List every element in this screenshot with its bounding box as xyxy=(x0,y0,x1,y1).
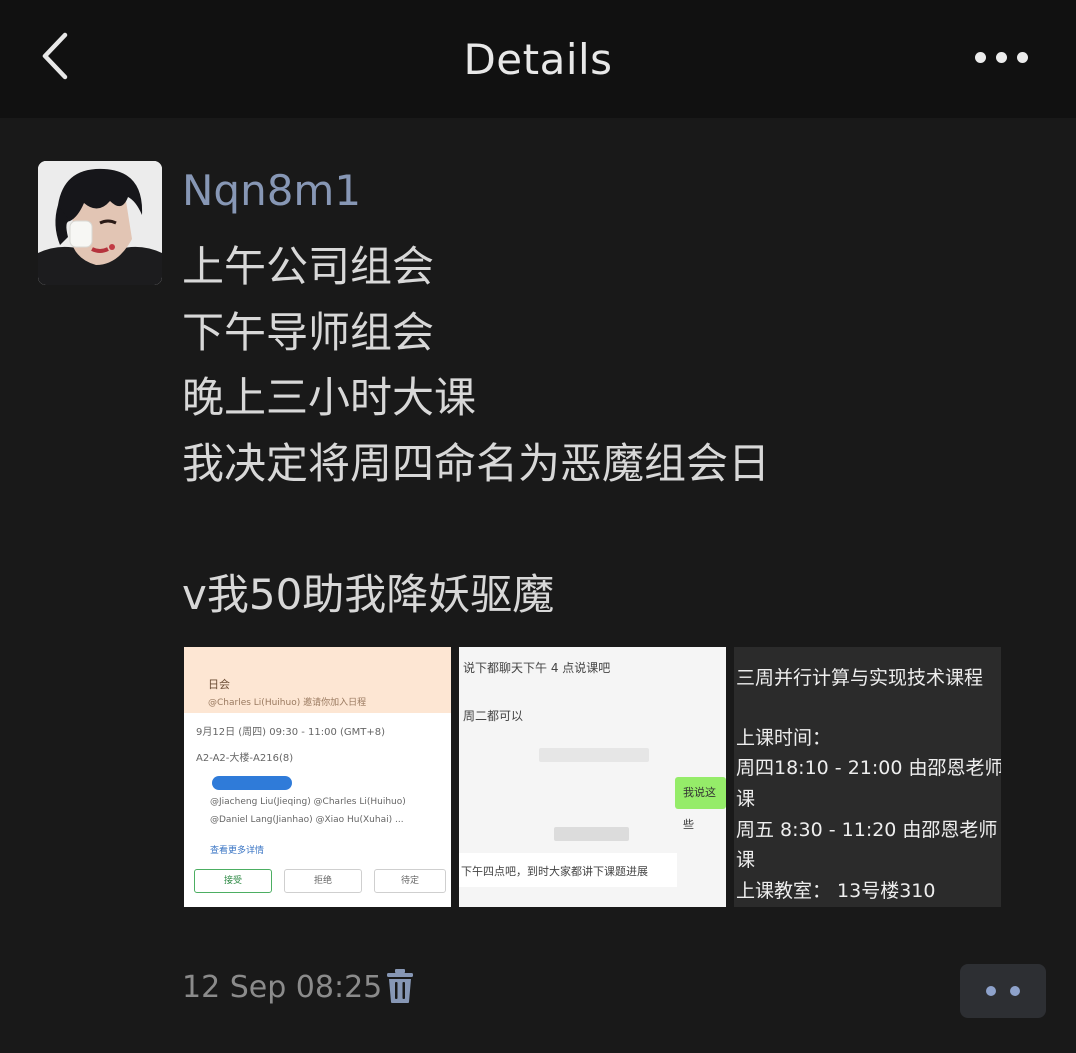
invite-decline: 拒绝 xyxy=(284,869,362,893)
more-dot xyxy=(995,51,1007,63)
chat-timestamp xyxy=(539,748,649,762)
back-button[interactable] xyxy=(30,26,80,86)
comment-dot xyxy=(1010,986,1020,996)
invite-subtitle: @Charles Li(Huihuo) 邀请你加入日程 xyxy=(208,698,367,708)
chat-system-note xyxy=(554,827,629,841)
top-bar: Details xyxy=(0,0,1076,118)
comment-button[interactable] xyxy=(960,964,1046,1018)
page-title: Details xyxy=(463,34,613,84)
chat-line: 周二都可以 xyxy=(463,709,524,723)
post-line: 上午公司组会 xyxy=(182,242,435,291)
invite-title: 日会 xyxy=(208,678,230,691)
more-button[interactable] xyxy=(966,35,1036,79)
more-dot xyxy=(1016,51,1028,63)
post-line: 晚上三小时大课 xyxy=(182,373,477,422)
avatar[interactable] xyxy=(38,161,162,285)
post-line xyxy=(182,496,1042,562)
image-thumbnail-3[interactable]: 三周并行计算与实现技术课程 上课时间： 周四18:10 - 21:00 由邵恩老… xyxy=(734,647,1001,907)
more-dots-icon xyxy=(974,51,986,63)
invite-attendees: @Daniel Lang(Jianhao) @Xiao Hu(Xuhai) ..… xyxy=(210,815,404,825)
back-arrow-icon xyxy=(42,32,68,80)
image-thumbnail-1[interactable]: 日会 @Charles Li(Huihuo) 邀请你加入日程 9月12日 (周四… xyxy=(184,647,451,907)
schedule-line: 上课时间： xyxy=(736,727,832,749)
post-timestamp: 12 Sep 08:25 xyxy=(182,970,383,1005)
invite-accept: 接受 xyxy=(194,869,272,893)
invite-time: 9月12日 (周四) 09:30 - 11:00 (GMT+8) xyxy=(196,727,386,738)
invite-details-link: 查看更多详情 xyxy=(210,846,265,856)
invite-header: 日会 @Charles Li(Huihuo) 邀请你加入日程 xyxy=(184,647,451,713)
chat-line: 下午四点吧，到时大家都讲下课题进展 xyxy=(461,865,648,878)
schedule-line: 三周并行计算与实现技术课程 xyxy=(736,667,984,689)
avatar-image xyxy=(38,161,162,285)
comment-dots-icon xyxy=(986,986,996,996)
schedule-line: 课 xyxy=(736,849,756,871)
post-line: 下午导师组会 xyxy=(182,307,435,357)
schedule-line: 上课教室： 13号楼310 xyxy=(736,880,936,902)
trash-icon xyxy=(387,969,413,1003)
chat-bubble-green: 我说这些 xyxy=(675,777,726,831)
invite-tentative: 待定 xyxy=(374,869,446,893)
attendee-chip xyxy=(212,776,292,790)
username[interactable]: Nqn8m1 xyxy=(182,166,361,216)
delete-button[interactable] xyxy=(383,966,417,1006)
schedule-line: 周五 8:30 - 11:20 由邵恩老师 xyxy=(736,819,998,841)
post-line: v我50助我降妖驱魔 xyxy=(182,569,555,619)
schedule-line: 课 xyxy=(736,788,756,810)
invite-attendees: @Jiacheng Liu(Jieqing) @Charles Li(Huihu… xyxy=(210,797,406,807)
chat-line: 说下都聊天下午 4 点说课吧 xyxy=(463,661,611,675)
post-text: 上午公司组会 下午导师组会 晚上三小时大课 我决定将周四命名为恶魔组会日 v我5… xyxy=(182,234,1042,627)
schedule-line: 周四18:10 - 21:00 由邵恩老师 xyxy=(736,757,1001,779)
invite-location: A2-A2-大楼-A216(8) xyxy=(196,753,294,764)
image-thumbnail-2[interactable]: 说下都聊天下午 4 点说课吧 周二都可以 我说这些 下午四点吧，到时大家都讲下课… xyxy=(459,647,726,907)
post-line: 我决定将周四命名为恶魔组会日 xyxy=(182,438,771,488)
